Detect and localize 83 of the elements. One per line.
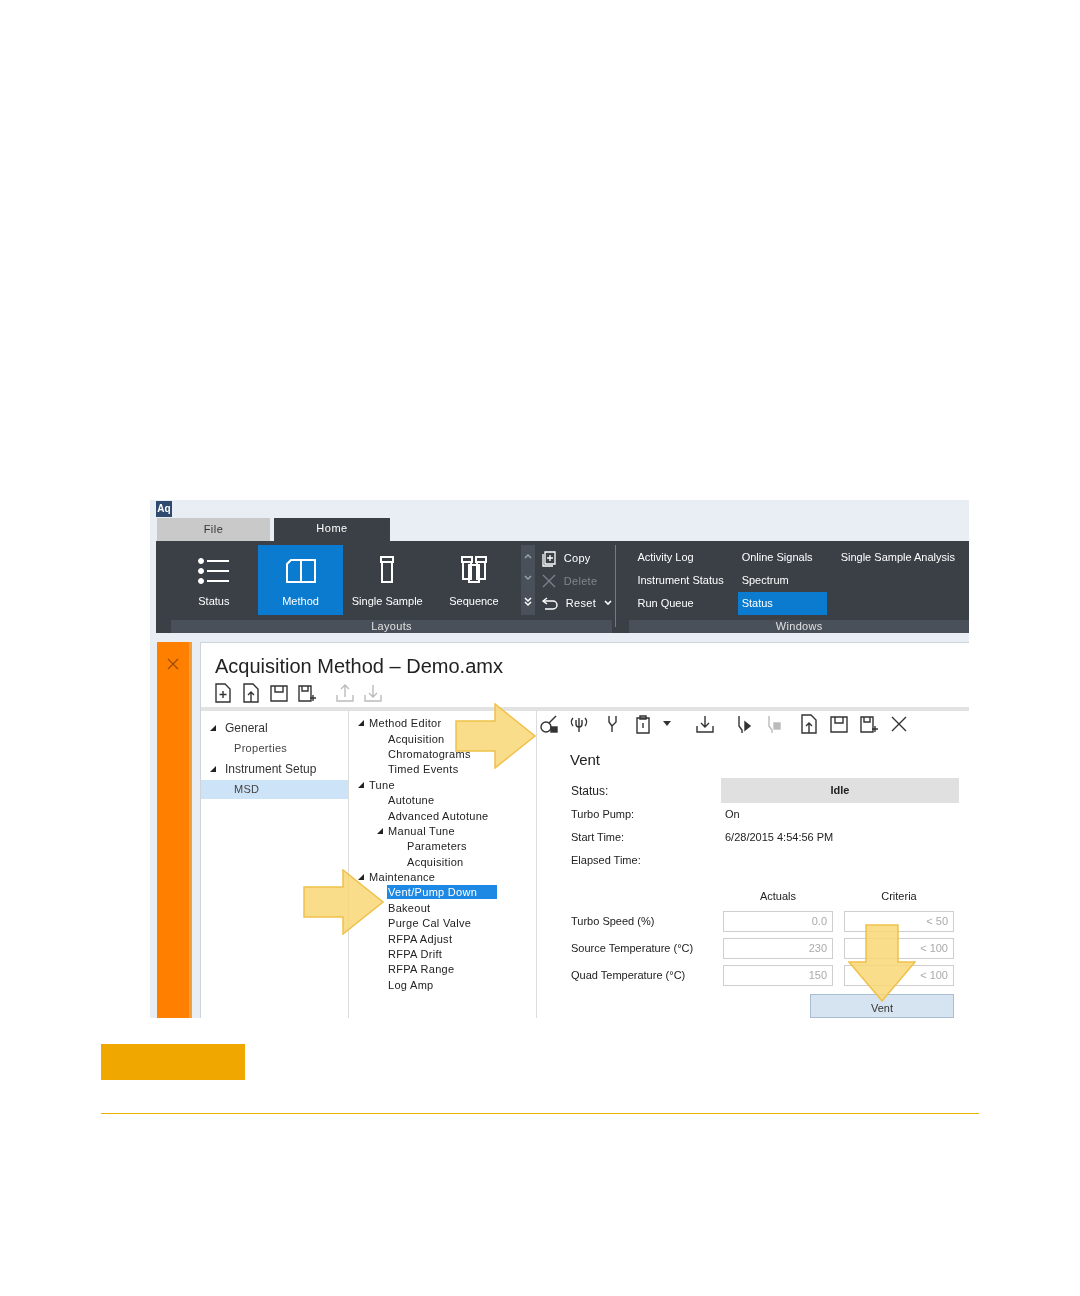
layout-button[interactable]: Status xyxy=(171,544,257,615)
layout-button[interactable]: Sequence xyxy=(431,544,517,615)
chevron-up-icon[interactable] xyxy=(523,552,532,559)
window-link[interactable]: Run Queue xyxy=(633,591,728,615)
row-label: Turbo Speed (%) xyxy=(571,914,656,930)
undo-icon xyxy=(541,596,558,611)
double-chevron-icon[interactable] xyxy=(523,596,532,607)
download-icon[interactable] xyxy=(695,713,715,734)
field-value: 6/28/2015 4:54:56 PM xyxy=(725,830,834,846)
book-icon xyxy=(284,558,317,584)
file-upload-icon[interactable] xyxy=(241,682,261,703)
field-label: Elapsed Time: xyxy=(571,853,642,869)
clipboard-icon[interactable] xyxy=(633,713,653,734)
save-as-icon[interactable] xyxy=(859,713,879,734)
expanded-triangle-icon[interactable] xyxy=(357,780,365,789)
expanded-triangle-icon[interactable] xyxy=(209,764,217,773)
save-as-icon[interactable] xyxy=(297,682,317,703)
chevron-down-icon[interactable] xyxy=(523,574,532,581)
tree-item[interactable]: Autotune xyxy=(387,793,436,808)
section-title: Vent xyxy=(570,749,602,770)
file-upload-icon[interactable] xyxy=(799,713,819,734)
group-label: Windows xyxy=(629,619,969,633)
tree-item[interactable]: Advanced Autotune xyxy=(387,808,490,823)
window-link[interactable]: Activity Log xyxy=(633,545,728,569)
tree-item[interactable]: Maintenance xyxy=(368,870,437,885)
field-label: Start Time: xyxy=(571,830,626,846)
tree-item[interactable]: Tune xyxy=(368,777,396,792)
tree-item[interactable]: Acquisition xyxy=(406,854,465,869)
nav-item[interactable]: MSD xyxy=(201,779,348,799)
nav-item[interactable]: General xyxy=(225,718,268,737)
field-label: Turbo Pump: xyxy=(571,807,636,823)
expanded-triangle-icon[interactable] xyxy=(357,873,365,882)
layout-button[interactable]: Single Sample xyxy=(344,544,431,615)
field-label: Status: xyxy=(571,782,610,800)
tree-item[interactable]: Parameters xyxy=(406,839,468,854)
chevron-down-icon xyxy=(604,600,612,607)
column-header: Criteria xyxy=(880,889,918,902)
window-link[interactable]: Instrument Status xyxy=(633,568,728,592)
expanded-triangle-icon[interactable] xyxy=(357,719,365,728)
field-value: On xyxy=(725,807,740,823)
dropdown-caret-icon[interactable] xyxy=(663,721,671,726)
nav-item[interactable]: Properties xyxy=(201,738,348,758)
vials-icon xyxy=(459,556,488,584)
tree-item[interactable]: Method Editor xyxy=(368,716,443,731)
window-link[interactable]: Single Sample Analysis xyxy=(836,545,959,569)
expanded-triangle-icon[interactable] xyxy=(376,826,384,835)
ribbon-tab[interactable]: File xyxy=(157,517,270,541)
copy-icon xyxy=(541,550,556,567)
layout-button[interactable]: Method xyxy=(257,544,344,615)
tree-item[interactable]: Manual Tune xyxy=(387,823,456,838)
tree-item[interactable]: RFPA Drift xyxy=(387,947,444,962)
tree-item[interactable]: Acquisition xyxy=(387,731,446,746)
document-title: Acquisition Method – Demo.amx xyxy=(214,653,504,679)
tree-item[interactable]: Vent/Pump Down xyxy=(387,885,498,900)
group-label: Layouts xyxy=(171,619,612,633)
column-header: Actuals xyxy=(758,889,798,902)
tree-item[interactable]: Purge Cal Valve xyxy=(387,916,473,931)
save-icon[interactable] xyxy=(829,713,849,734)
list-icon xyxy=(197,558,230,584)
vial-icon xyxy=(379,556,396,584)
tree-item[interactable]: RFPA Range xyxy=(387,962,456,977)
nav-item[interactable]: Instrument Setup xyxy=(225,759,317,778)
status-value: Idle xyxy=(721,778,959,803)
tree-item[interactable]: Bakeout xyxy=(387,900,432,915)
tree-item[interactable]: Timed Events xyxy=(387,762,460,777)
new-file-icon[interactable] xyxy=(213,682,233,703)
ribbon-action[interactable]: Reset xyxy=(541,592,612,615)
window-link[interactable]: Spectrum xyxy=(737,568,827,592)
window-link[interactable]: Status xyxy=(737,591,827,615)
ribbon-action[interactable]: Copy xyxy=(541,547,612,570)
tree-item[interactable]: Log Amp xyxy=(387,977,435,992)
app-logo: Aq xyxy=(156,500,172,517)
tree-item[interactable]: RFPA Adjust xyxy=(387,931,454,946)
ribbon-tab[interactable]: Home xyxy=(274,517,390,541)
row-label: Quad Temperature (°C) xyxy=(571,968,687,984)
close-icon xyxy=(541,574,556,588)
row-label: Source Temperature (°C) xyxy=(571,941,695,957)
expanded-triangle-icon[interactable] xyxy=(209,723,217,732)
vent-button[interactable]: Vent xyxy=(810,994,954,1018)
ribbon-scroller[interactable] xyxy=(520,544,535,615)
window-link[interactable]: Online Signals xyxy=(737,545,827,569)
save-icon[interactable] xyxy=(269,682,289,703)
tree-item[interactable]: Chromatograms xyxy=(387,746,472,761)
